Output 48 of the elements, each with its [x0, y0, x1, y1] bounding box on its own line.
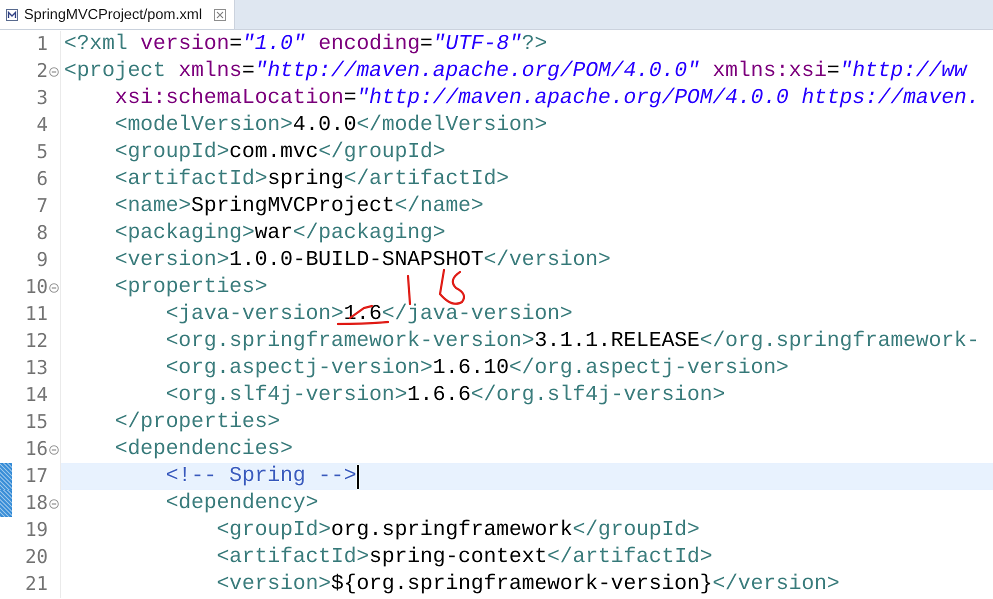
line-number: 16	[24, 437, 48, 462]
code-line: <dependencies>	[114, 436, 294, 463]
line-number: 8	[36, 221, 48, 246]
line-number: 5	[36, 140, 48, 165]
fold-marker-icon[interactable]	[49, 444, 59, 454]
code-line: <org.springframework-version>3.1.1.RELEASE</org.springframework-	[164, 328, 980, 355]
line-number: 18	[24, 491, 48, 516]
code-line: <artifactId>spring</artifactId>	[114, 166, 510, 193]
line-number: 9	[36, 248, 48, 273]
line-number: 7	[36, 194, 48, 219]
line-number: 15	[24, 410, 48, 435]
close-icon[interactable]	[214, 8, 226, 20]
line-number: 4	[36, 113, 48, 138]
line-number: 11	[24, 302, 48, 327]
line-number: 12	[24, 329, 48, 354]
line-number: 21	[24, 572, 48, 597]
code-line: <packaging>war</packaging>	[114, 220, 446, 247]
line-number: 6	[36, 167, 48, 192]
code-line: <groupId>org.springframework</groupId>	[216, 517, 701, 544]
code-line: <?xml version="1.0" encoding="UTF-8"?>	[63, 31, 548, 58]
maven-file-icon	[6, 8, 18, 20]
code-line: <project xmlns="http://maven.apache.org/POM/4.0.0" xmlns:xsi="http://ww	[63, 58, 968, 85]
fold-marker-icon[interactable]	[49, 282, 59, 292]
fold-marker-icon[interactable]	[49, 66, 59, 76]
line-number: 17	[24, 464, 48, 489]
code-line: <groupId>com.mvc</groupId>	[114, 139, 446, 166]
code-line: <version>1.0.0-BUILD-SNAPSHOT</version>	[114, 247, 612, 274]
code-line: <dependency>	[164, 490, 320, 517]
code-line: <modelVersion>4.0.0</modelVersion>	[114, 112, 548, 139]
code-line: <properties>	[114, 274, 268, 301]
code-line: <name>SpringMVCProject</name>	[114, 193, 485, 220]
line-number: 10	[24, 275, 48, 300]
line-number: 20	[24, 545, 48, 570]
text-cursor	[357, 464, 360, 488]
code-line: xsi:schemaLocation="http://maven.apache.org/POM/4.0.0 https://maven.	[114, 85, 980, 112]
code-line: </properties>	[114, 409, 282, 436]
code-line: <org.aspectj-version>1.6.10</org.aspectj-version>	[164, 355, 790, 382]
code-line: <org.slf4j-version>1.6.6</org.slf4j-version>	[164, 382, 726, 409]
line-number: 14	[24, 383, 48, 408]
code-line: <version>${org.springframework-version}</version>	[216, 571, 841, 598]
line-number: 19	[24, 518, 48, 543]
line-number: 3	[36, 86, 48, 111]
tab-title: SpringMVCProject/pom.xml	[24, 6, 202, 22]
line-number: 13	[24, 356, 48, 381]
fold-marker-icon[interactable]	[49, 498, 59, 508]
line-number: 2	[36, 59, 48, 84]
code-line: <artifactId>spring-context</artifactId>	[216, 544, 714, 571]
line-number: 1	[36, 32, 48, 57]
